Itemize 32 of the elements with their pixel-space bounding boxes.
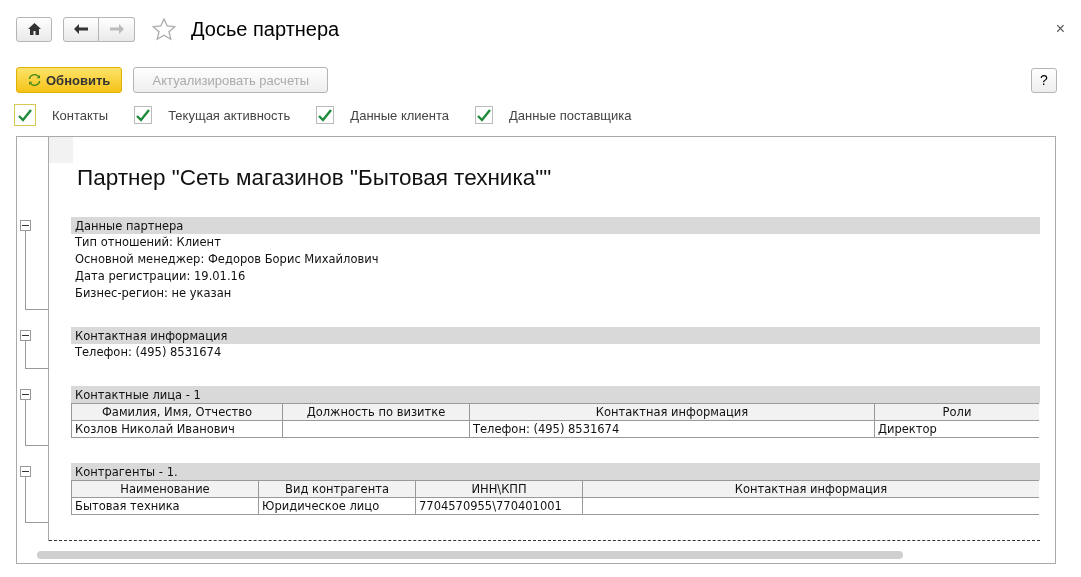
table-cell: Козлов Николай Иванович (72, 421, 283, 438)
report-line: Дата регистрации: 19.01.16 (74, 268, 247, 285)
section-header: Данные партнера (71, 217, 1040, 234)
section-header: Контактные лица - 1 (71, 386, 1040, 403)
table-cell: Бытовая техника (72, 498, 259, 515)
column-header: Контактная информация (583, 481, 1039, 498)
report-line: Тип отношений: Клиент (74, 234, 222, 251)
section-header: Контактная информация (71, 327, 1040, 344)
column-header: Наименование (72, 481, 259, 498)
close-button[interactable]: × (1055, 20, 1065, 38)
table-cell: 7704570955\770401001 (416, 498, 583, 515)
checkbox-label: Текущая активность (168, 107, 291, 123)
column-header: Роли (875, 404, 1039, 421)
checkbox-label: Данные клиента (350, 107, 450, 123)
report-line: Основной менеджер: Федоров Борис Михайлович (74, 251, 380, 268)
refresh-button[interactable]: Обновить (16, 67, 123, 93)
column-header: Контактная информация (470, 404, 875, 421)
window-title: Досье партнера (191, 17, 340, 41)
checkbox-label: Контакты (52, 107, 109, 123)
column-header: Вид контрагента (259, 481, 416, 498)
column-header: Должность по визитке (283, 404, 470, 421)
table-cell: Телефон: (495) 8531674 (470, 421, 875, 438)
column-header: Фамилия, Имя, Отчество (72, 404, 283, 421)
report-title: Партнер "Сеть магазинов "Бытовая техника"" (77, 164, 552, 192)
column-header: ИНН\КПП (416, 481, 583, 498)
report-line: Телефон: (495) 8531674 (74, 344, 223, 361)
table-cell: Юридическое лицо (259, 498, 416, 515)
report-line: Бизнес-регион: не указан (74, 285, 233, 302)
section-header: Контрагенты - 1. (71, 463, 1040, 480)
table-cell: Директор (875, 421, 1039, 438)
help-button[interactable]: ? (1031, 67, 1057, 93)
checkbox-label: Данные поставщика (509, 107, 632, 123)
